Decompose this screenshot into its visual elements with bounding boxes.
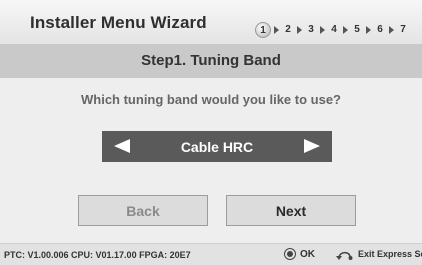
page-title: Installer Menu Wizard bbox=[30, 13, 207, 32]
tuning-band-value: Cable HRC bbox=[180, 138, 254, 155]
exit-label: Exit Express Scrip bbox=[358, 249, 422, 259]
step-3-indicator: 3 bbox=[308, 24, 314, 35]
ok-hint: OK bbox=[284, 248, 315, 260]
ok-label: OK bbox=[300, 248, 315, 260]
chevron-right-icon bbox=[297, 26, 302, 34]
step-5-indicator: 5 bbox=[354, 24, 360, 35]
tuning-band-selector[interactable]: Cable HRC bbox=[102, 131, 332, 162]
installer-wizard-window: Installer Menu Wizard 1 2 3 4 5 6 7 Step… bbox=[0, 0, 422, 265]
chevron-right-icon bbox=[320, 26, 325, 34]
chevron-right-icon bbox=[343, 26, 348, 34]
next-button[interactable]: Next bbox=[226, 195, 356, 226]
header-bar: Installer Menu Wizard 1 2 3 4 5 6 7 bbox=[0, 0, 422, 44]
step-indicator: 1 2 3 4 5 6 7 bbox=[255, 22, 409, 38]
step-4-indicator: 4 bbox=[331, 24, 337, 35]
step-7-indicator: 7 bbox=[400, 24, 406, 35]
exit-hint: Exit Express Scrip bbox=[336, 247, 422, 261]
step-2-indicator: 2 bbox=[285, 24, 291, 35]
step-6-indicator: 6 bbox=[377, 24, 383, 35]
step-1-indicator: 1 bbox=[255, 22, 271, 38]
ok-button-icon bbox=[284, 248, 296, 260]
chevron-right-icon bbox=[274, 26, 279, 34]
chevron-right-icon bbox=[389, 26, 394, 34]
version-info: PTC: V1.00.006 CPU: V01.17.00 FPGA: 20E7 bbox=[4, 250, 191, 260]
step-title: Step1. Tuning Band bbox=[141, 52, 281, 69]
chevron-right-icon bbox=[366, 26, 371, 34]
footer-bar: PTC: V1.00.006 CPU: V01.17.00 FPGA: 20E7… bbox=[0, 243, 422, 265]
step-title-band: Step1. Tuning Band bbox=[0, 44, 422, 78]
triangle-right-icon[interactable] bbox=[304, 139, 320, 153]
question-text: Which tuning band would you like to use? bbox=[81, 92, 341, 107]
triangle-left-icon[interactable] bbox=[114, 139, 130, 153]
back-button[interactable]: Back bbox=[78, 195, 208, 226]
return-arrow-icon bbox=[336, 251, 353, 260]
